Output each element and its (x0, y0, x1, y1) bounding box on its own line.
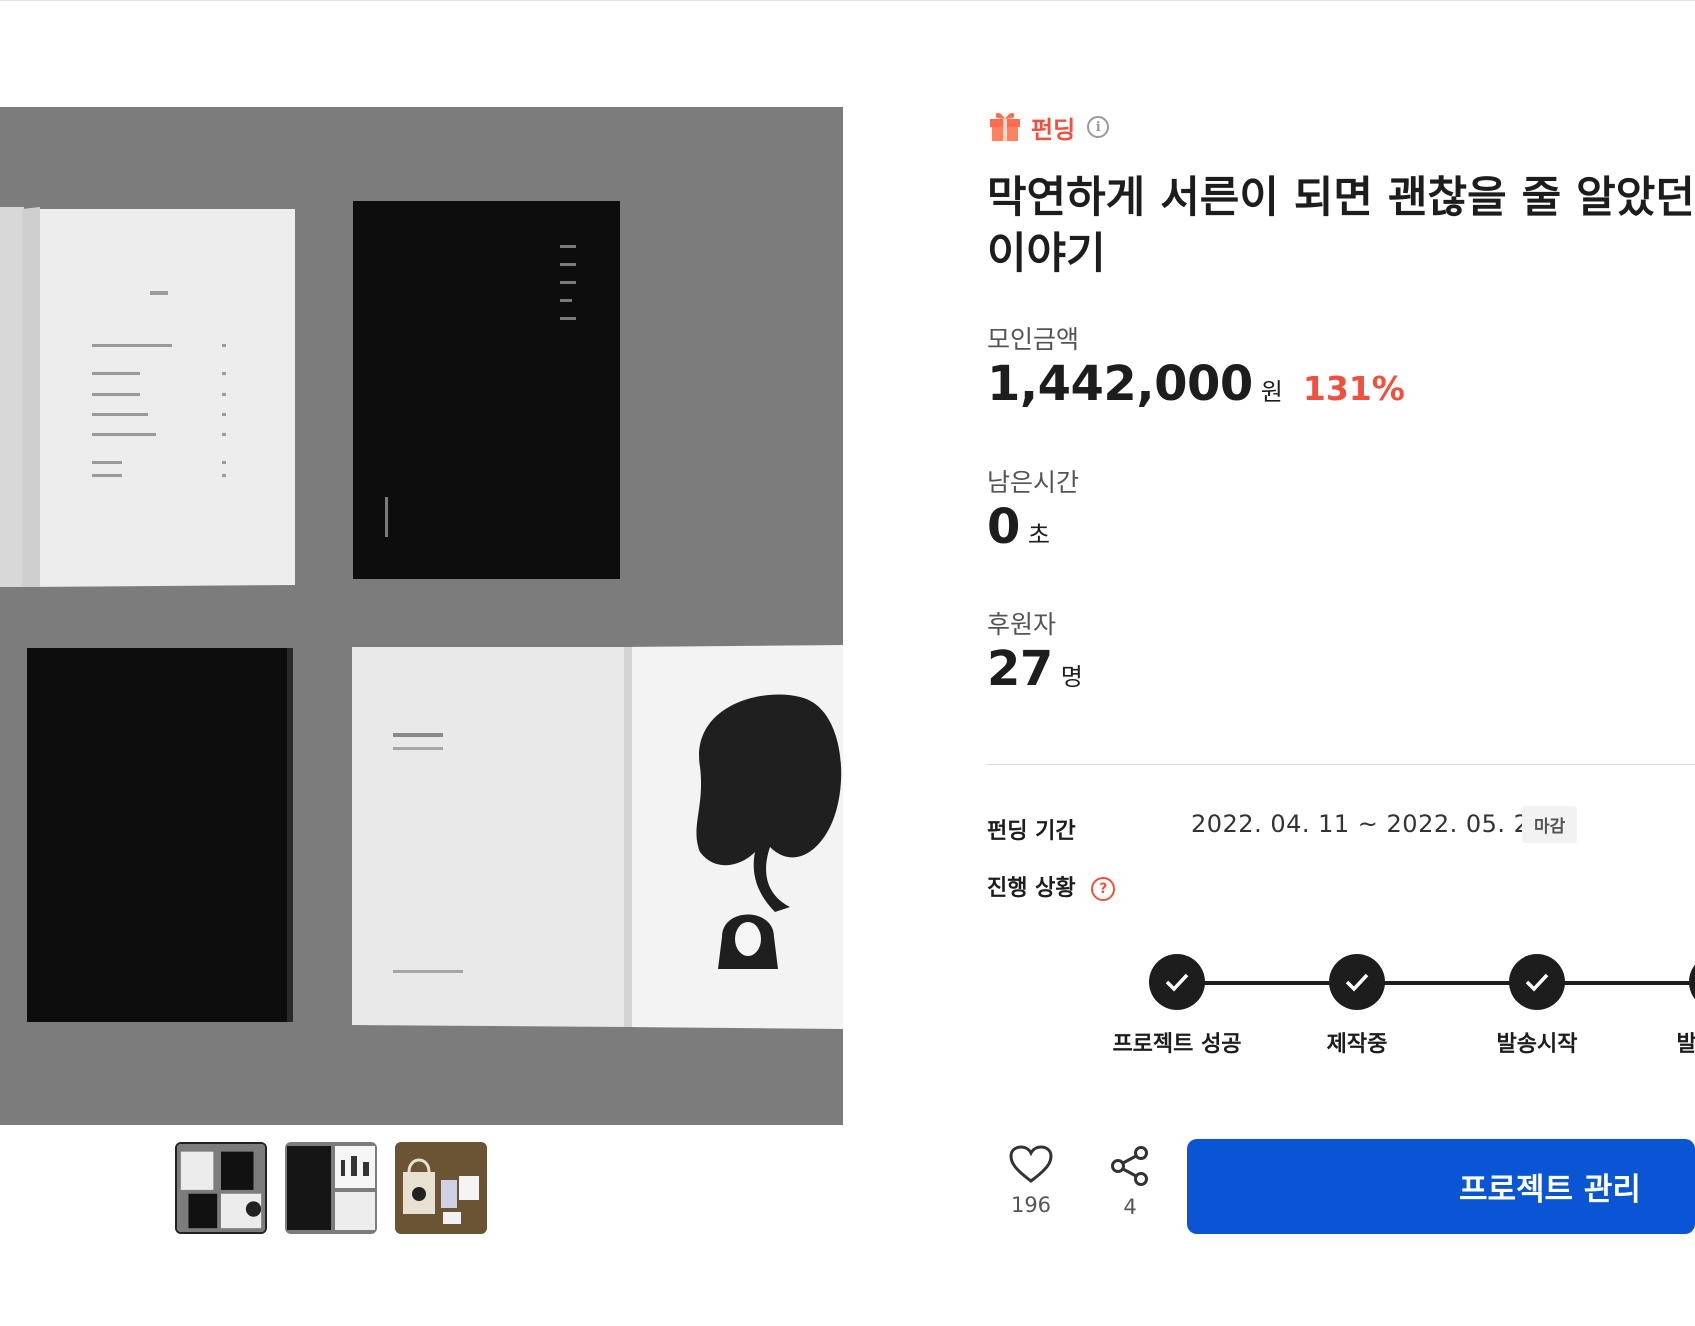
like-count: 196 (1010, 1193, 1052, 1217)
step-project-success (1147, 954, 1207, 1010)
funding-period-value: 2022. 04. 11 ~ 2022. 05. 25 (1191, 810, 1546, 838)
thumbnail-goods-set[interactable] (395, 1142, 487, 1234)
amount-label: 모인금액 (987, 325, 1080, 354)
check-icon (1689, 954, 1695, 1010)
amount-value: 1,442,000 (987, 356, 1253, 412)
progress-status-text: 진행 상황 (987, 876, 1076, 901)
step-label-production: 제작중 (1326, 1032, 1388, 1057)
amount-unit: 원 (1260, 378, 1283, 406)
step-shipping-start (1507, 954, 1567, 1010)
thumbnail-strip (175, 1142, 487, 1234)
thumbnail-book-covers[interactable] (285, 1142, 377, 1234)
heart-icon (1009, 1145, 1053, 1183)
step-label-success: 프로젝트 성공 (1112, 1032, 1242, 1057)
project-info-panel: 펀딩 i 막연하게 서른이 되면 괜찮을 줄 알았던 이야기 모인금액 1,44… (987, 108, 1695, 901)
closed-badge: 마감 (1522, 806, 1578, 843)
check-icon (1509, 954, 1565, 1010)
backers-label: 후원자 (987, 610, 1057, 639)
step-label-shipping-complete: 발송완료 (1676, 1032, 1695, 1057)
info-icon[interactable]: i (1087, 116, 1110, 138)
top-divider (0, 0, 1695, 1)
share-button[interactable]: 4 (1106, 1145, 1154, 1219)
backers-value: 27 (987, 641, 1053, 697)
manage-project-button[interactable]: 프로젝트 관리 (1187, 1139, 1695, 1234)
backers-row: 27 명 (987, 641, 1083, 697)
gift-icon (987, 107, 1023, 147)
funding-period-label: 펀딩 기간 (987, 819, 1076, 844)
achievement-percent: 131% (1302, 369, 1405, 408)
like-button[interactable]: 196 (1005, 1145, 1057, 1217)
backers-unit: 명 (1060, 663, 1083, 691)
book-mockup-illustration (0, 107, 843, 1125)
thumbnail-book-spreads[interactable] (175, 1142, 267, 1234)
step-label-shipping-start: 발송시작 (1496, 1032, 1578, 1057)
time-row: 0 초 (987, 499, 1050, 555)
amount-row: 1,442,000 원 131% (987, 356, 1405, 412)
progress-status-label: 진행 상황 ? (987, 870, 1116, 902)
category-label: 펀딩 (1031, 115, 1076, 144)
check-icon (1329, 954, 1385, 1010)
share-count: 4 (1123, 1195, 1137, 1219)
stats-divider (987, 764, 1695, 765)
time-unit: 초 (1027, 521, 1050, 549)
category-row: 펀딩 i (987, 108, 1695, 146)
check-icon (1149, 954, 1205, 1010)
share-icon (1111, 1146, 1148, 1186)
time-value: 0 (987, 499, 1020, 555)
step-production (1327, 954, 1387, 1010)
help-icon[interactable]: ? (1091, 877, 1116, 901)
progress-track (1175, 981, 1695, 985)
main-product-image[interactable] (0, 107, 843, 1125)
project-title: 막연하게 서른이 되면 괜찮을 줄 알았던 이야기 (987, 173, 1695, 279)
time-label: 남은시간 (987, 468, 1080, 497)
step-shipping-complete (1687, 954, 1695, 1010)
